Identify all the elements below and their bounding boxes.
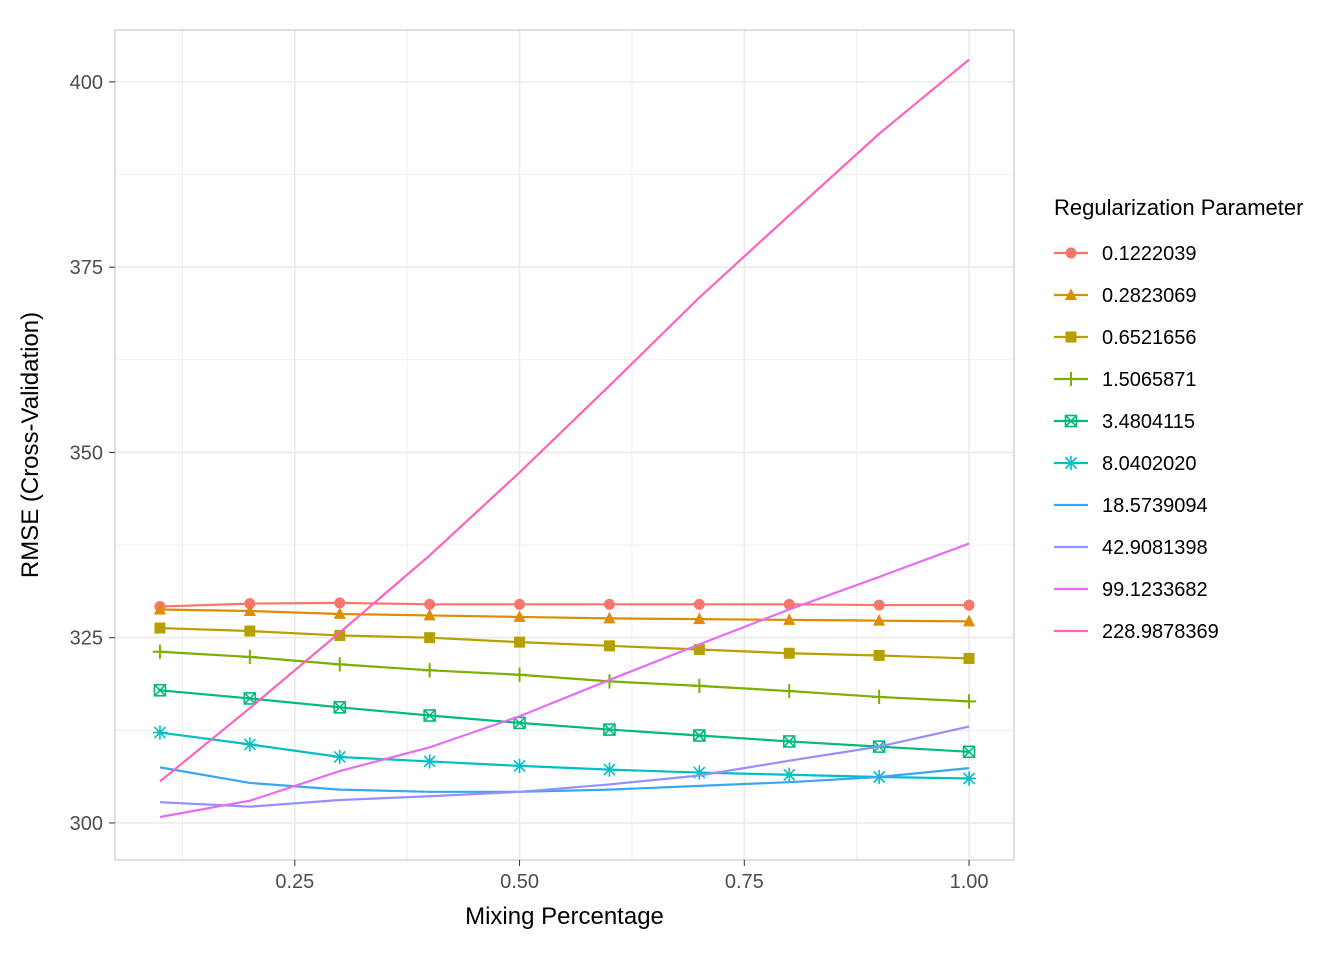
y-tick-label: 325: [70, 628, 103, 650]
point-marker: [874, 650, 885, 661]
legend-label: 0.1222039: [1102, 243, 1197, 265]
legend-label: 99.1233682: [1102, 579, 1208, 601]
legend-label: 18.5739094: [1102, 495, 1208, 517]
point-marker: [512, 759, 526, 773]
point-marker: [423, 754, 437, 768]
legend-label: 0.6521656: [1102, 327, 1197, 349]
x-tick-label: 0.75: [725, 871, 764, 893]
point-marker: [244, 626, 255, 637]
point-marker: [1066, 332, 1077, 343]
y-axis-title: RMSE (Cross-Validation): [17, 312, 44, 578]
legend-label: 0.2823069: [1102, 285, 1197, 307]
point-marker: [334, 597, 345, 608]
legend-label: 8.0402020: [1102, 453, 1197, 475]
plot-panel: [115, 30, 1014, 860]
point-marker: [782, 768, 796, 782]
legend-label: 3.4804115: [1102, 411, 1195, 433]
point-marker: [424, 632, 435, 643]
point-marker: [514, 637, 525, 648]
x-tick-label: 1.00: [950, 871, 989, 893]
point-marker: [964, 600, 975, 611]
legend-label: 42.9081398: [1102, 537, 1208, 559]
x-tick-label: 0.50: [500, 871, 539, 893]
point-marker: [1064, 456, 1078, 470]
point-marker: [604, 599, 615, 610]
point-marker: [692, 765, 706, 779]
x-tick-label: 0.25: [275, 871, 314, 893]
point-marker: [154, 623, 165, 634]
y-tick-label: 400: [70, 72, 103, 94]
point-marker: [602, 762, 616, 776]
point-marker: [694, 599, 705, 610]
point-marker: [1064, 372, 1078, 386]
point-marker: [962, 771, 976, 785]
x-axis-title: Mixing Percentage: [465, 903, 664, 930]
y-tick-label: 350: [70, 442, 103, 464]
point-marker: [1066, 248, 1077, 259]
y-tick-label: 300: [70, 813, 103, 835]
point-marker: [153, 725, 167, 739]
y-tick-label: 375: [70, 257, 103, 279]
point-marker: [964, 653, 975, 664]
legend-label: 228.9878369: [1102, 621, 1219, 643]
point-marker: [514, 599, 525, 610]
point-marker: [243, 737, 257, 751]
point-marker: [784, 648, 795, 659]
legend-label: 1.5065871: [1102, 369, 1197, 391]
point-marker: [874, 600, 885, 611]
point-marker: [333, 750, 347, 764]
legend-title: Regularization Parameter: [1054, 195, 1303, 220]
point-marker: [604, 640, 615, 651]
point-marker: [424, 599, 435, 610]
